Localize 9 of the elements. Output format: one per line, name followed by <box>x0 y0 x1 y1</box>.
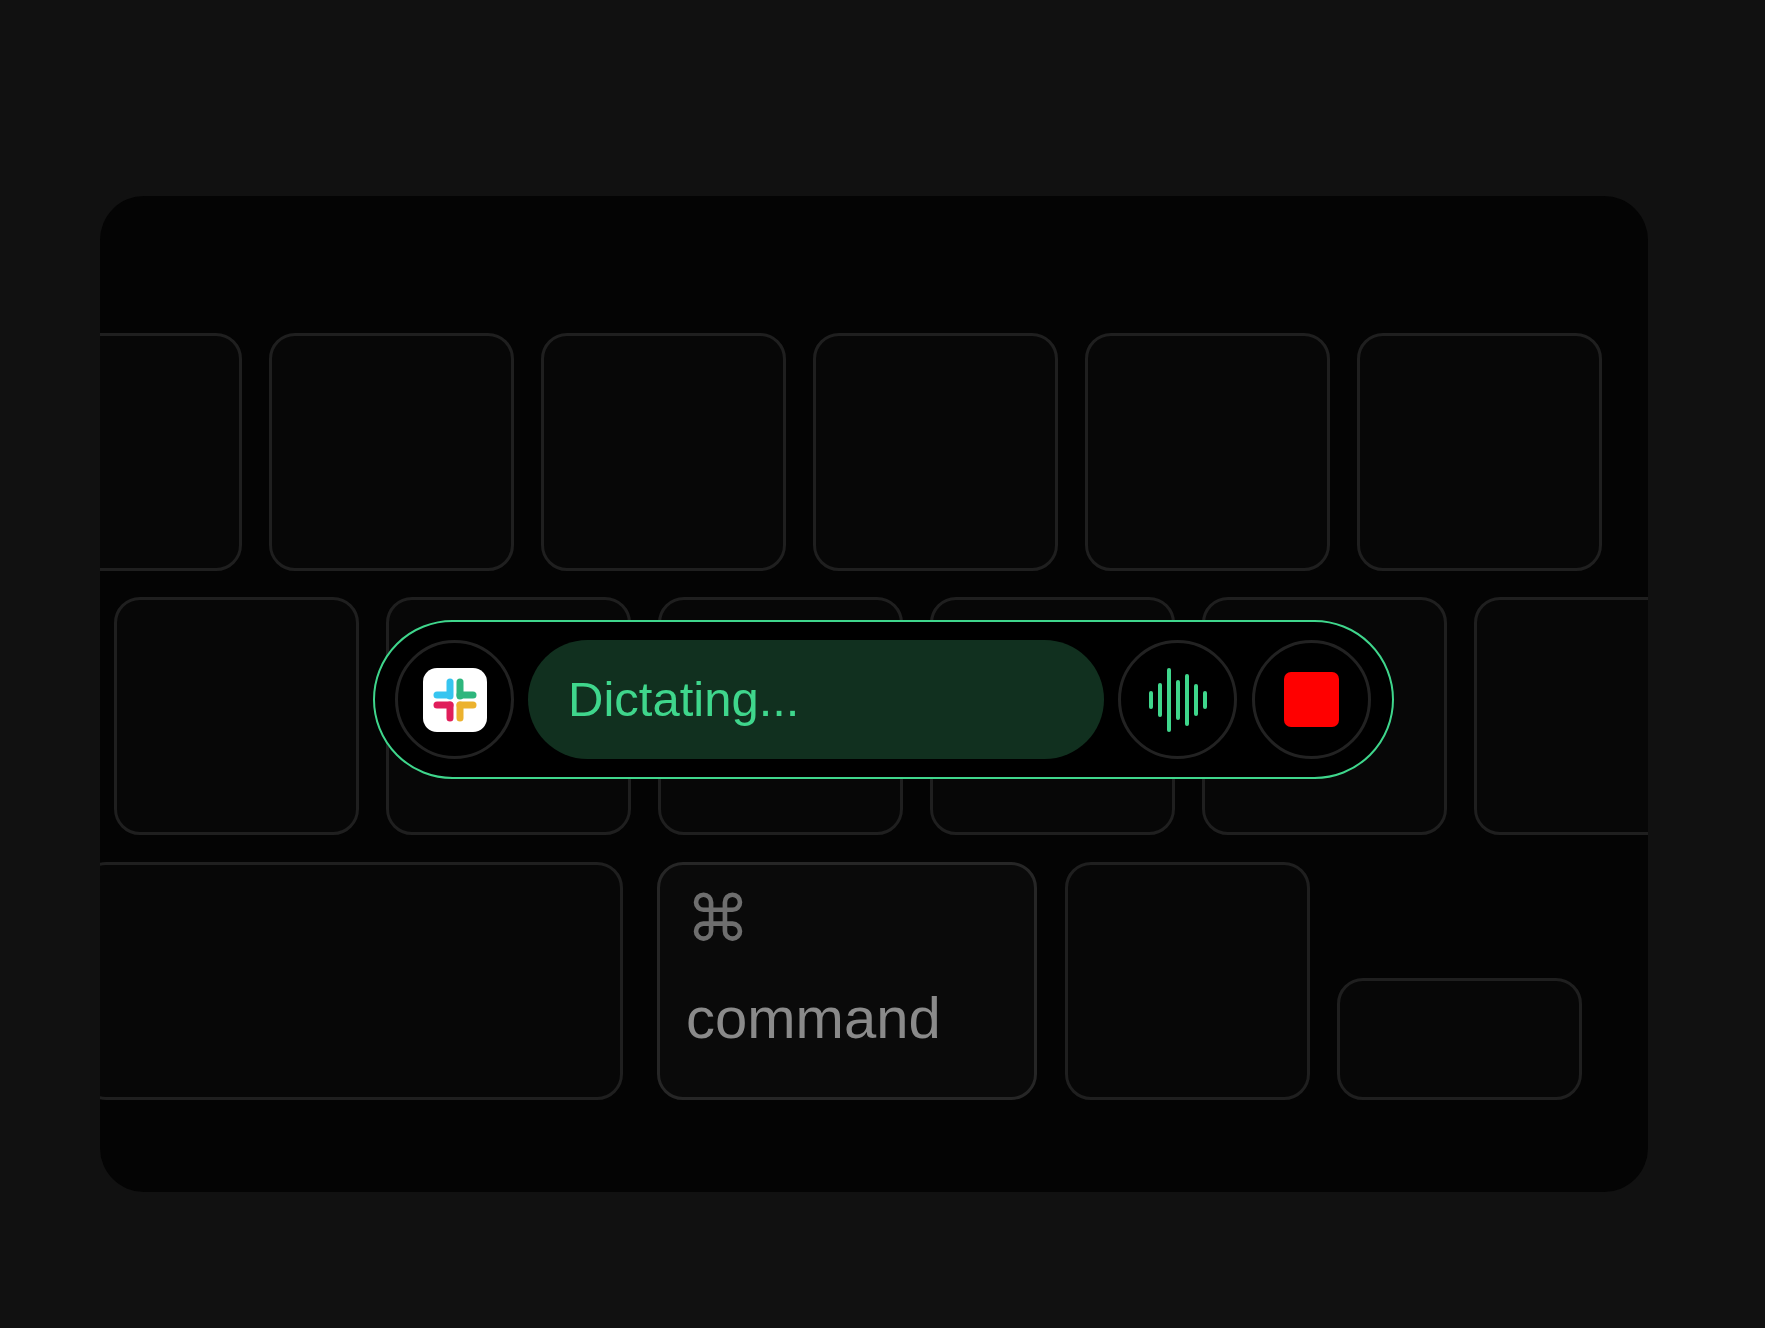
microphone-button[interactable] <box>1118 640 1237 759</box>
stop-icon <box>1284 672 1339 727</box>
app-icon <box>422 667 487 732</box>
command-label: command <box>686 989 941 1047</box>
command-symbol: ⌘ <box>686 887 750 951</box>
app-button[interactable] <box>395 640 514 759</box>
status-text: Dictating... <box>568 670 800 728</box>
stop-button[interactable] <box>1252 640 1371 759</box>
waveform-icon <box>1146 666 1209 733</box>
